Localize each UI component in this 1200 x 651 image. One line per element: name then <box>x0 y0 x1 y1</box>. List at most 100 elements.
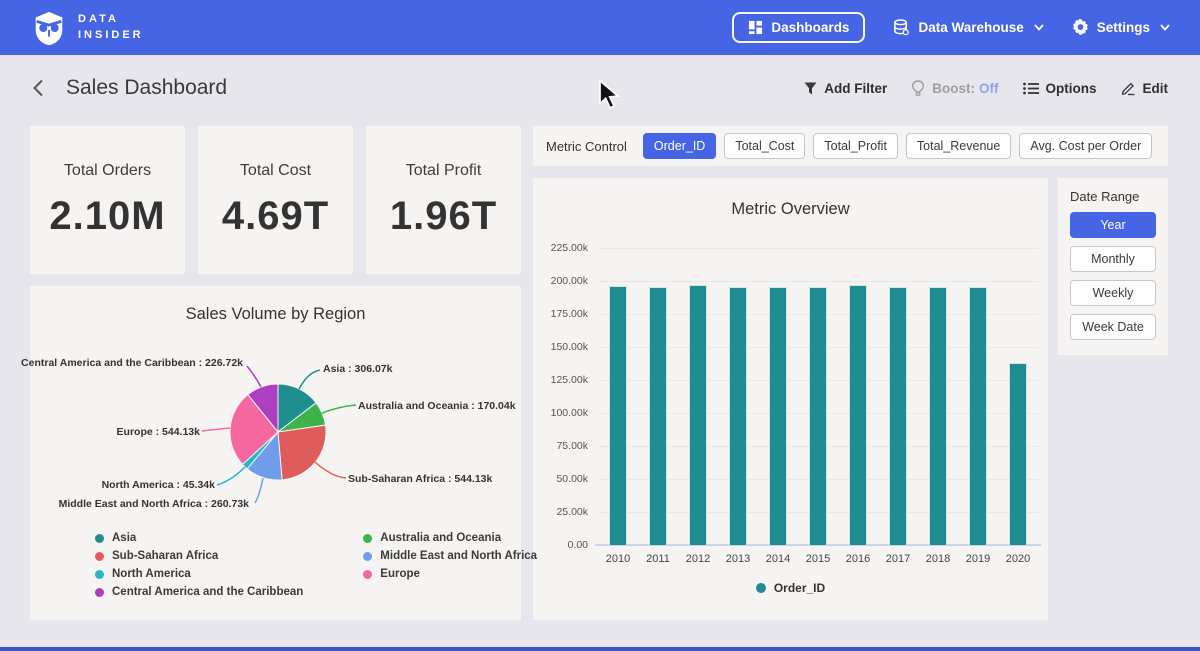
date-range-option-week-date[interactable]: Week Date <box>1070 314 1156 340</box>
date-range-option-weekly[interactable]: Weekly <box>1070 280 1156 306</box>
bar-chart-title: Metric Overview <box>533 200 1048 219</box>
legend-dot <box>95 570 104 579</box>
kpi-value: 4.69T <box>222 194 329 239</box>
metric-control-bar: Metric Control Order_IDTotal_CostTotal_P… <box>533 126 1168 166</box>
leader-line-central-america <box>247 366 261 387</box>
kpi-card-total-profit: Total Profit 1.96T <box>366 126 521 274</box>
y-tick-label: 100.00k <box>551 407 588 419</box>
gridline <box>598 248 1038 249</box>
kpi-row: Total Orders 2.10M Total Cost 4.69T Tota… <box>30 126 521 274</box>
data-warehouse-label: Data Warehouse <box>918 20 1023 35</box>
leader-line-australia <box>322 405 356 413</box>
settings-menu[interactable]: Settings <box>1072 19 1170 36</box>
back-button[interactable] <box>32 79 44 97</box>
bar-chart-plot <box>598 248 1038 545</box>
x-tick-label: 2017 <box>876 553 920 565</box>
leader-line-europe <box>202 428 230 431</box>
settings-label: Settings <box>1097 20 1150 35</box>
chevron-left-icon <box>32 79 44 97</box>
kpi-card-total-cost: Total Cost 4.69T <box>198 126 353 274</box>
legend-label: North America <box>112 568 191 580</box>
pie-label-australia: Australia and Oceania : 170.04k <box>358 400 516 412</box>
pie-label-north-america: North America : 45.34k <box>102 479 215 491</box>
x-tick-label: 2019 <box>956 553 1000 565</box>
bar-chart-y-axis: 0.0025.00k50.00k75.00k100.00k125.00k150.… <box>533 248 588 545</box>
metric-option-avg-cost-per-order[interactable]: Avg. Cost per Order <box>1019 133 1152 159</box>
y-tick-label: 175.00k <box>551 308 588 320</box>
legend-label: Central America and the Caribbean <box>112 586 303 598</box>
dashboards-button[interactable]: Dashboards <box>732 12 865 43</box>
x-tick-label: 2012 <box>676 553 720 565</box>
add-filter-label: Add Filter <box>824 81 887 96</box>
bar-2010 <box>609 286 627 545</box>
y-tick-label: 200.00k <box>551 275 588 287</box>
metric-option-total-profit[interactable]: Total_Profit <box>813 133 898 159</box>
legend-item-central-america-and-the-caribbean: Central America and the Caribbean <box>95 586 303 598</box>
metric-overview-chart-card: Metric Overview 0.00 25.00k 50.00k 75.00k 10… <box>533 178 1048 620</box>
pie-slice-sub-saharan-africa <box>278 425 326 480</box>
bar-2014 <box>769 287 787 545</box>
kpi-label: Total Profit <box>406 162 482 180</box>
page-title: Sales Dashboard <box>66 76 227 100</box>
bar-2013 <box>729 287 747 545</box>
chevron-down-icon <box>1034 24 1044 31</box>
date-range-option-monthly[interactable]: Monthly <box>1070 246 1156 272</box>
x-tick-label: 2020 <box>996 553 1040 565</box>
pie-label-europe: Europe : 544.13k <box>117 426 200 438</box>
bar-2020 <box>1009 363 1027 545</box>
pie-label-asia: Asia : 306.07k <box>323 363 392 375</box>
metric-option-order-id[interactable]: Order_ID <box>643 133 716 159</box>
bar-chart-x-axis: 2010201120122013201420152016201720182019… <box>598 553 1038 567</box>
y-tick-label: 225.00k <box>551 242 588 254</box>
kpi-label: Total Cost <box>240 162 311 180</box>
boost-toggle[interactable]: Boost: Off <box>911 80 998 96</box>
leader-line-mena <box>255 478 263 503</box>
y-tick-label: 50.00k <box>556 473 588 485</box>
kpi-value: 1.96T <box>390 194 497 239</box>
navbar: DATA INSIDER Dashboards Data Warehouse <box>0 0 1200 55</box>
footer-bar <box>0 647 1200 651</box>
legend-label: Asia <box>112 532 136 544</box>
metric-option-total-cost[interactable]: Total_Cost <box>724 133 805 159</box>
y-tick-label: 25.00k <box>556 506 588 518</box>
edit-button[interactable]: Edit <box>1121 81 1169 96</box>
date-range-label: Date Range <box>1070 189 1156 204</box>
dashboard-grid-icon <box>748 20 763 35</box>
y-tick-label: 125.00k <box>551 374 588 386</box>
x-tick-label: 2015 <box>796 553 840 565</box>
y-tick-label: 75.00k <box>556 440 588 452</box>
leader-line-north-america <box>217 467 245 485</box>
legend-item-australia-and-oceania: Australia and Oceania <box>363 532 537 544</box>
leader-line-sub-saharan <box>315 462 346 478</box>
dashboards-label: Dashboards <box>771 20 849 35</box>
options-label: Options <box>1046 81 1097 96</box>
list-icon <box>1023 82 1039 95</box>
x-tick-label: 2011 <box>636 553 680 565</box>
y-tick-label: 0.00 <box>568 539 588 551</box>
legend-column: Australia and OceaniaMiddle East and Nor… <box>363 532 537 598</box>
legend-dot <box>363 534 372 543</box>
options-button[interactable]: Options <box>1023 81 1097 96</box>
date-range-option-year[interactable]: Year <box>1070 212 1156 238</box>
pencil-icon <box>1121 81 1136 96</box>
bar-2012 <box>689 285 707 545</box>
x-tick-label: 2013 <box>716 553 760 565</box>
balloon-icon <box>911 80 925 96</box>
bar-chart-legend: Order_ID <box>533 581 1048 595</box>
legend-item-europe: Europe <box>363 568 537 580</box>
legend-label: Order_ID <box>774 581 825 595</box>
kpi-card-total-orders: Total Orders 2.10M <box>30 126 185 274</box>
legend-dot <box>363 552 372 561</box>
legend-label: Australia and Oceania <box>380 532 501 544</box>
chevron-down-icon <box>1160 24 1170 31</box>
data-warehouse-menu[interactable]: Data Warehouse <box>893 19 1043 36</box>
brand-logo[interactable]: DATA INSIDER <box>30 9 144 47</box>
add-filter-button[interactable]: Add Filter <box>804 81 887 96</box>
legend-dot <box>756 583 766 593</box>
legend-item-sub-saharan-africa: Sub-Saharan Africa <box>95 550 303 562</box>
legend-dot <box>95 534 104 543</box>
sales-volume-chart-card: Sales Volume by Region Asia : 306.07k Au… <box>30 286 521 620</box>
date-range-panel: Date Range Year Monthly Weekly Week Date <box>1058 178 1168 355</box>
bar-2019 <box>969 287 987 545</box>
metric-option-total-revenue[interactable]: Total_Revenue <box>906 133 1011 159</box>
